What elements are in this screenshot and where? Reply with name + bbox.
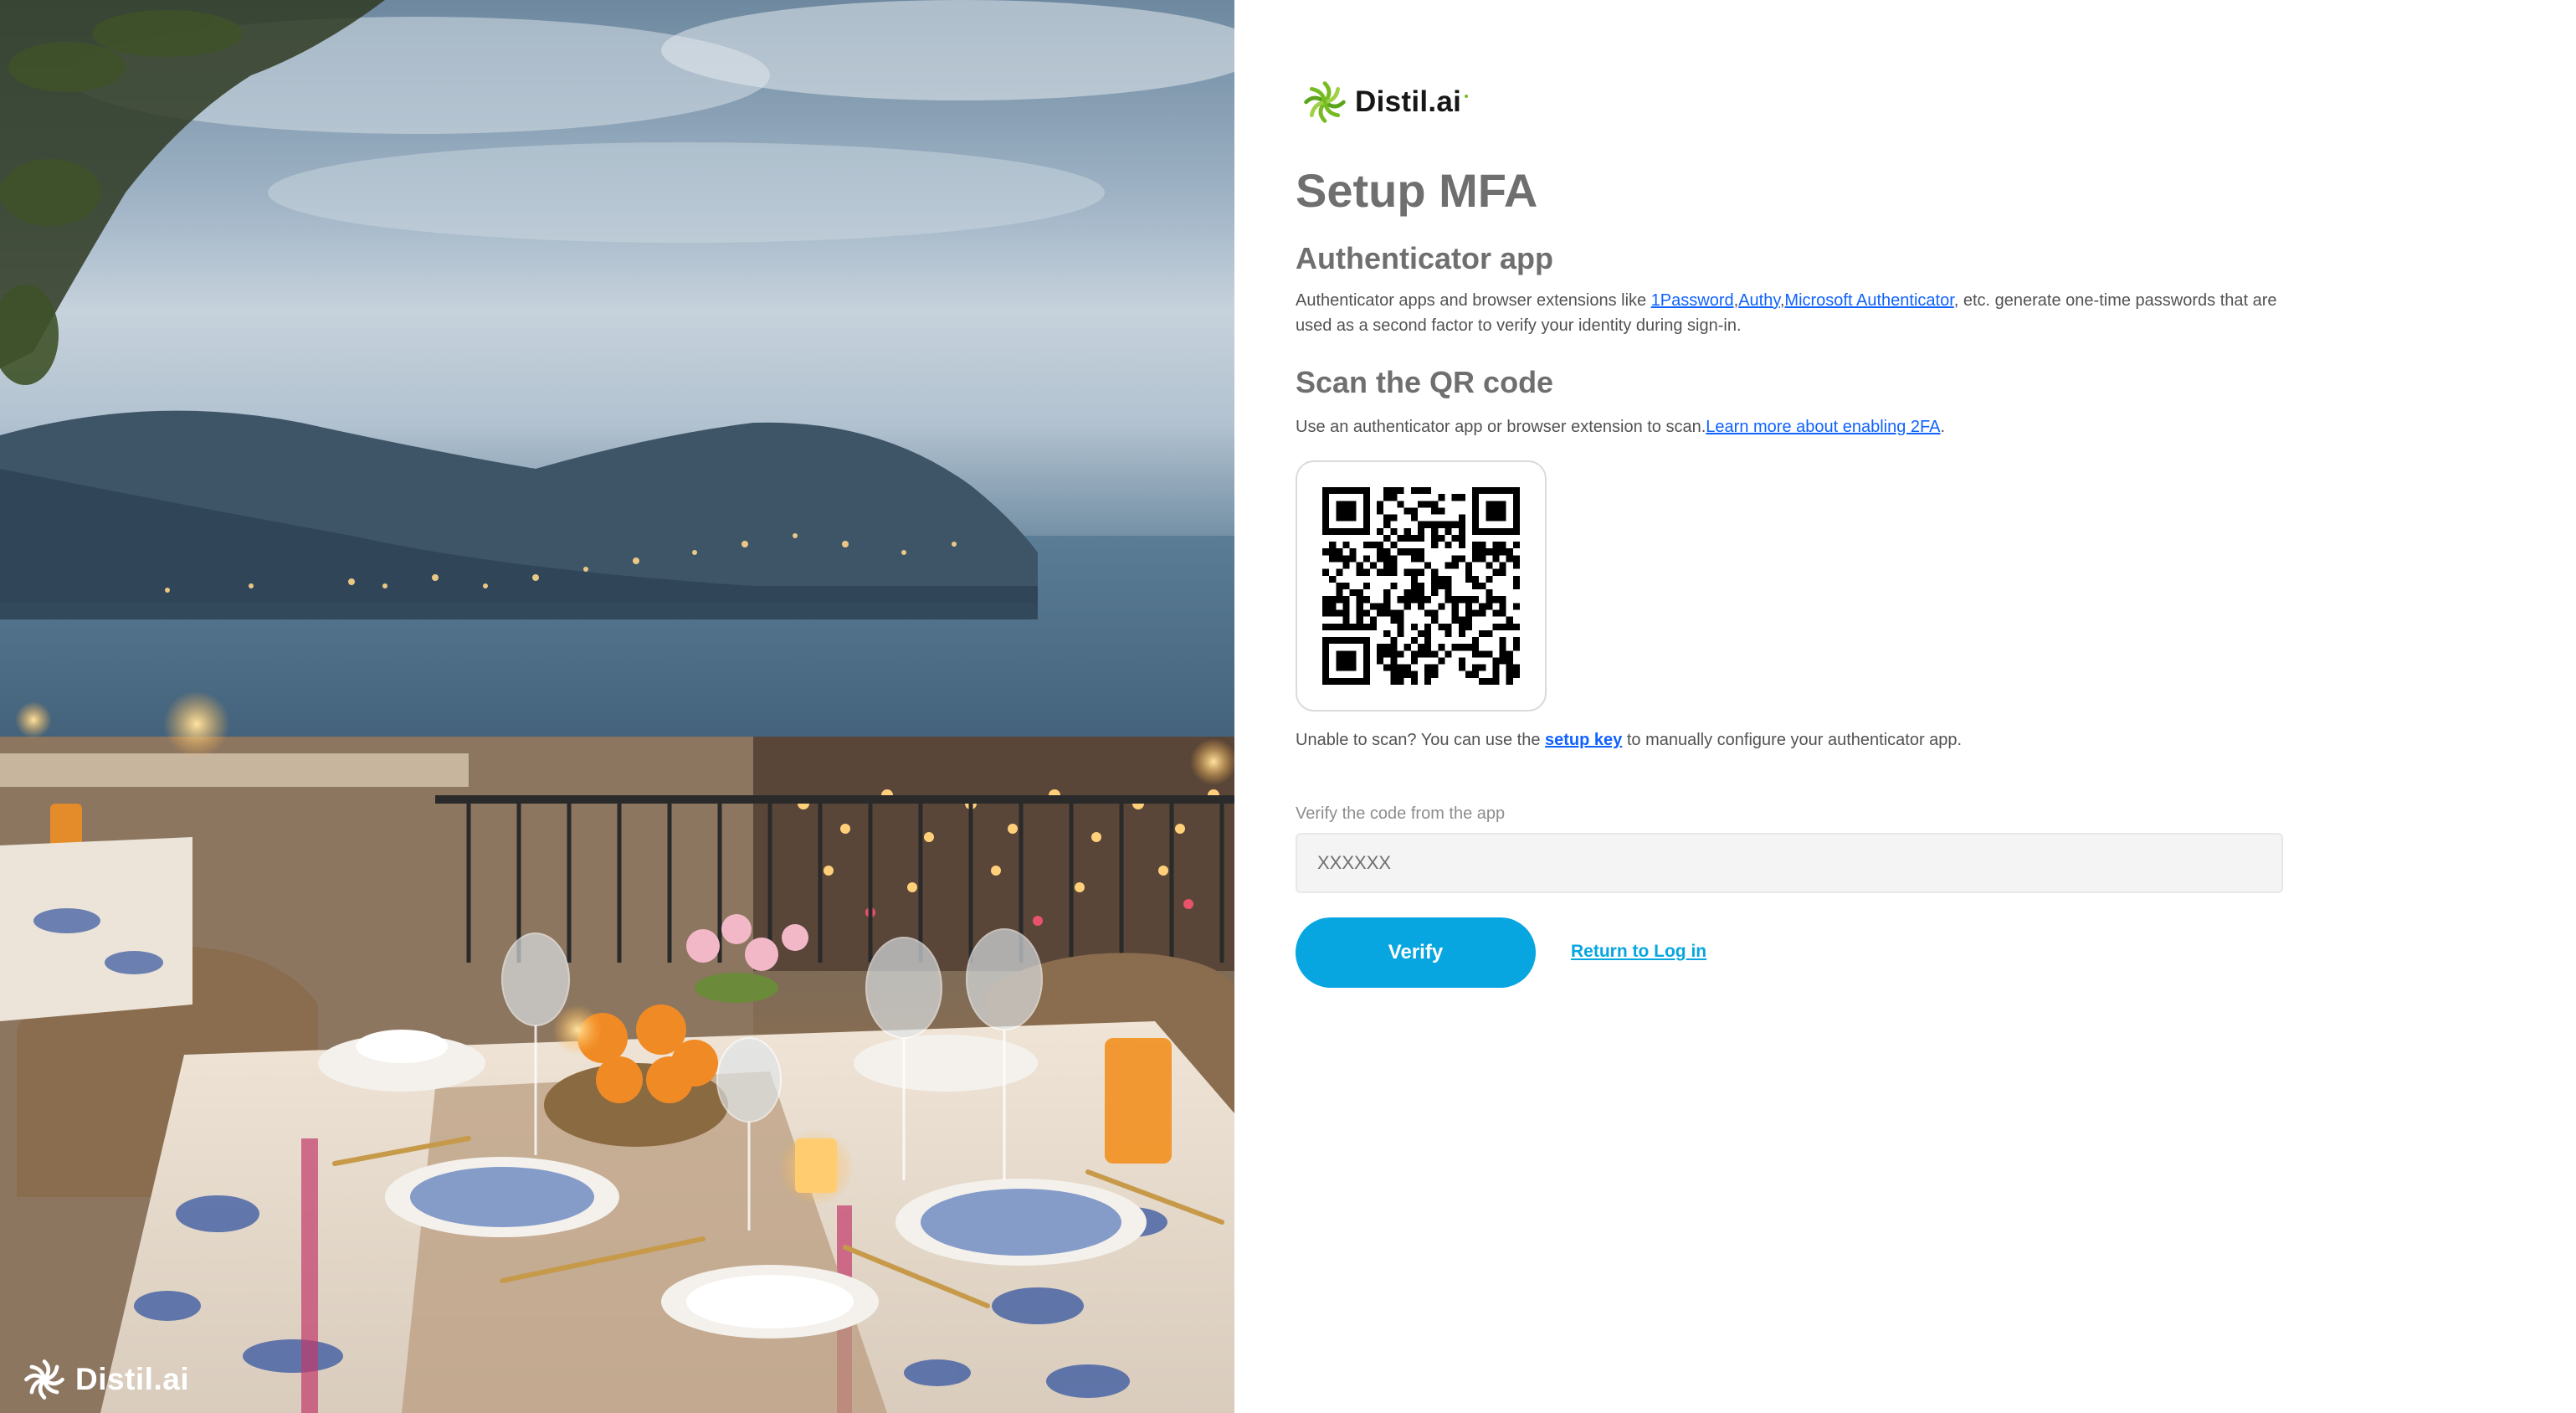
unable-suffix: to manually configure your authenticator…: [1622, 731, 1963, 749]
unable-prefix: Unable to scan? You can use the: [1296, 731, 1546, 749]
authenticator-desc-prefix: Authenticator apps and browser extension…: [1296, 291, 1651, 310]
verify-button[interactable]: Verify: [1296, 917, 1536, 988]
mfa-setup-panel: Distil.ai Setup MFA Authenticator app Au…: [1234, 0, 2576, 1413]
learn-more-2fa-link[interactable]: Learn more about enabling 2FA: [1706, 418, 1940, 436]
hero-image: Distil.ai: [0, 0, 1234, 1413]
qr-code-container: [1296, 460, 1547, 712]
verify-code-label: Verify the code from the app: [1296, 804, 1506, 823]
link-microsoft-authenticator[interactable]: Microsoft Authenticator: [1784, 291, 1953, 310]
scan-instruction-end: .: [1940, 418, 1946, 436]
scan-instruction-text: Use an authenticator app or browser exte…: [1296, 418, 1706, 436]
qr-code: [1322, 487, 1520, 685]
brand-name: Distil.ai: [1355, 85, 1462, 118]
link-authy[interactable]: Authy: [1738, 291, 1780, 310]
hero-scene-illustration: [0, 0, 1234, 1413]
scan-instruction: Use an authenticator app or browser exte…: [1296, 414, 1945, 439]
scan-qr-heading: Scan the QR code: [1296, 365, 1554, 399]
return-to-login-link[interactable]: Return to Log in: [1571, 942, 1706, 962]
verification-code-input[interactable]: [1296, 833, 2283, 893]
hero-logo-text: Distil.ai: [75, 1362, 190, 1396]
distil-swirl-logo-icon: [1304, 81, 1346, 123]
setup-key-link[interactable]: setup key: [1545, 731, 1622, 749]
brand-accent-dot: [1465, 95, 1469, 98]
distil-swirl-logo-icon: [24, 1359, 64, 1400]
authenticator-heading: Authenticator app: [1296, 241, 1554, 275]
brand-logo: Distil.ai: [1301, 79, 1469, 126]
link-1password[interactable]: 1Password: [1651, 291, 1734, 310]
authenticator-description: Authenticator apps and browser extension…: [1296, 288, 2308, 338]
page-title: Setup MFA: [1296, 164, 1538, 217]
unable-to-scan-text: Unable to scan? You can use the setup ke…: [1296, 727, 1999, 753]
hero-logo: Distil.ai: [22, 1354, 189, 1405]
